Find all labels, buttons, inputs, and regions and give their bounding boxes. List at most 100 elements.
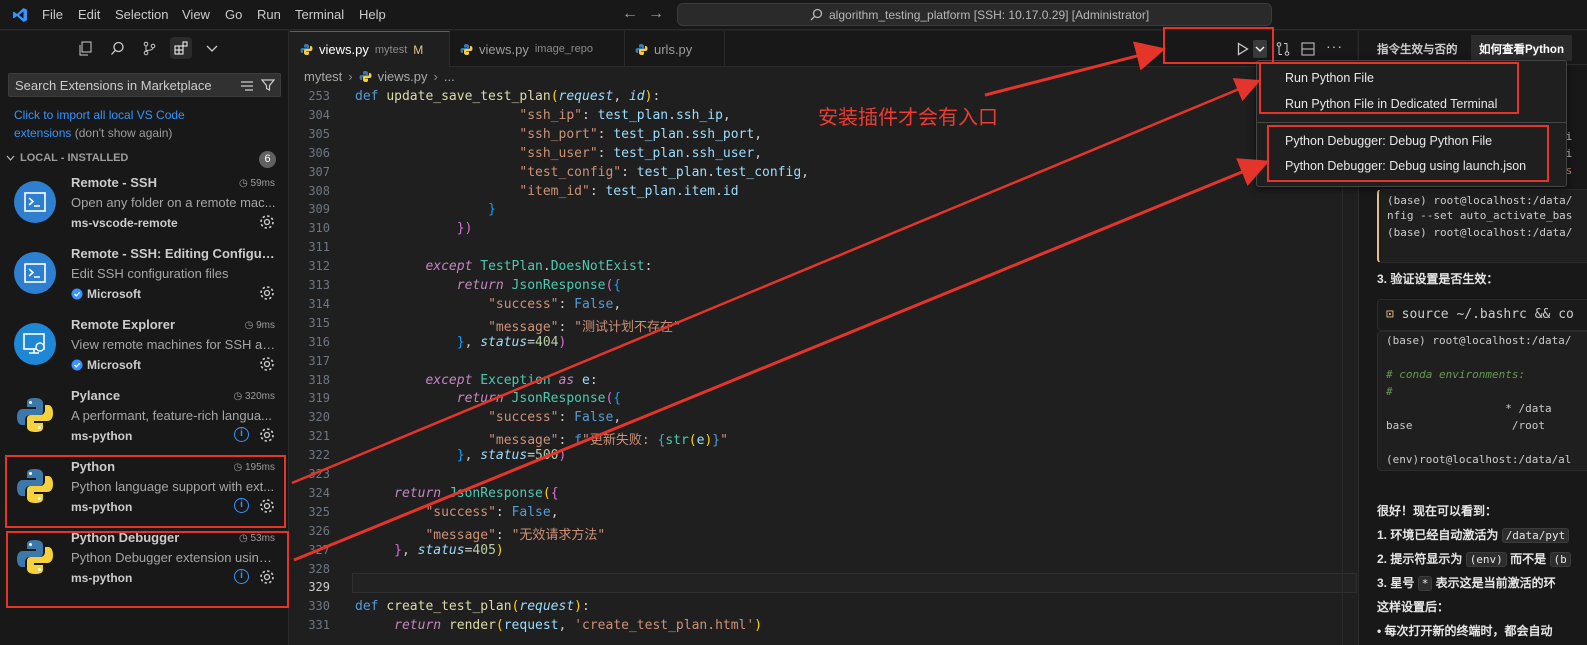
tab-urls[interactable]: urls.py xyxy=(625,31,725,67)
line-number: 315 xyxy=(308,315,330,330)
extension-item-pylance[interactable]: Pylance ◷ 320ms A performant, feature-ri… xyxy=(0,384,289,455)
menu-item-run-python-file[interactable]: Run Python File xyxy=(1285,71,1374,85)
extension-item-python[interactable]: Python ◷ 195ms Python language support w… xyxy=(0,455,289,526)
menu-item-debug-launch-json[interactable]: Python Debugger: Debug using launch.json xyxy=(1285,159,1526,173)
command-center[interactable]: algorithm_testing_platform [SSH: 10.17.0… xyxy=(677,3,1272,26)
section-header[interactable]: LOCAL - INSTALLED 6 xyxy=(0,151,289,168)
breadcrumb-file[interactable]: views.py xyxy=(378,69,428,84)
chat-bullet: • 每次打开新的终端时，都会自动 xyxy=(1377,624,1553,638)
info-icon[interactable]: i xyxy=(234,498,249,513)
activation-time: ◷ 59ms xyxy=(239,178,275,189)
line-number: 310 xyxy=(308,221,330,236)
menu-help[interactable]: Help xyxy=(359,7,386,22)
compare-changes-icon[interactable] xyxy=(1275,41,1291,57)
breadcrumb-folder[interactable]: mytest xyxy=(304,69,342,84)
menu-item-run-dedicated-terminal[interactable]: Run Python File in Dedicated Terminal xyxy=(1285,97,1497,111)
code-line: } xyxy=(488,202,496,218)
clear-filter-icon[interactable] xyxy=(240,80,254,92)
line-number: 307 xyxy=(308,164,330,179)
line-number: 331 xyxy=(308,618,330,633)
activation-time: ◷ 9ms xyxy=(244,320,275,331)
tab-views-image-repo[interactable]: views.py image_repo xyxy=(450,31,625,67)
extensions-icon xyxy=(174,41,188,55)
code-line: }, status=500) xyxy=(456,448,567,464)
split-editor-icon[interactable] xyxy=(1301,42,1315,56)
line-number: 305 xyxy=(308,126,330,141)
filter-icon[interactable] xyxy=(261,78,275,92)
gear-icon[interactable] xyxy=(259,214,275,230)
search-placeholder: Search Extensions in Marketplace xyxy=(15,78,212,93)
menu-item-debug-python-file[interactable]: Python Debugger: Debug Python File xyxy=(1285,134,1492,148)
gear-icon[interactable] xyxy=(259,569,275,585)
line-number: 311 xyxy=(308,240,330,255)
menu-selection[interactable]: Selection xyxy=(115,7,168,22)
gear-icon[interactable] xyxy=(259,498,275,514)
tab-sublabel: image_repo xyxy=(534,43,593,55)
extensions-search-input[interactable]: Search Extensions in Marketplace xyxy=(8,73,281,97)
gear-icon[interactable] xyxy=(259,356,275,372)
count-badge: 6 xyxy=(259,151,276,168)
forward-arrow-icon[interactable]: → xyxy=(648,5,664,23)
gear-icon[interactable] xyxy=(259,285,275,301)
menu-edit[interactable]: Edit xyxy=(78,7,100,22)
extension-description: Edit SSH configuration files xyxy=(71,266,229,281)
extension-name: Remote - SSH: Editing Configur... xyxy=(71,246,276,261)
code-line: }, status=404) xyxy=(456,334,567,350)
extension-item-remote-ssh[interactable]: Remote - SSH ◷ 59ms Open any folder on a… xyxy=(0,171,289,242)
line-number: 323 xyxy=(308,467,330,481)
code-line: except TestPlan.DoesNotExist: xyxy=(425,259,653,275)
line-number: 253 xyxy=(308,89,330,103)
vscode-logo-icon[interactable] xyxy=(12,7,28,23)
line-number: 308 xyxy=(308,183,330,198)
code-area[interactable]: 253 304 305 306 307 308 309 310 311 312 313 314 315 3… xyxy=(290,89,1357,645)
menu-run[interactable]: Run xyxy=(257,7,281,22)
menu-view[interactable]: View xyxy=(182,7,210,22)
chat-text: 这样设置后： xyxy=(1377,600,1450,614)
extension-item-remote-ssh-editing[interactable]: Remote - SSH: Editing Configur... Edit S… xyxy=(0,242,289,313)
info-icon[interactable]: i xyxy=(234,427,249,442)
code-line: return JsonResponse({ xyxy=(456,278,622,293)
chat-tab[interactable]: 指令生效与否的 xyxy=(1377,41,1458,57)
back-arrow-icon[interactable]: ← xyxy=(622,5,638,23)
menu-terminal[interactable]: Terminal xyxy=(295,7,344,22)
menu-file[interactable]: File xyxy=(42,7,63,22)
chevron-down-icon[interactable] xyxy=(206,44,218,54)
search-icon xyxy=(810,8,823,21)
run-play-icon[interactable] xyxy=(1237,42,1249,56)
extension-description: Python Debugger extension using ... xyxy=(71,550,276,565)
line-number: 316 xyxy=(308,334,330,349)
verified-badge-icon xyxy=(71,359,83,371)
line-number: 328 xyxy=(308,561,330,576)
code-line: except Exception as e: xyxy=(425,372,598,388)
menu-divider xyxy=(1257,122,1566,123)
extension-publisher: ms-python xyxy=(71,571,133,585)
search-icon[interactable] xyxy=(110,41,125,56)
line-number: 329 xyxy=(308,580,330,595)
explorer-icon[interactable] xyxy=(78,41,93,56)
gear-icon[interactable] xyxy=(259,427,275,443)
chat-tab-active[interactable]: 如何查看Python xyxy=(1471,35,1572,61)
chevron-right-icon: › xyxy=(348,69,353,84)
breadcrumb: mytest › views.py › ... xyxy=(304,69,455,84)
chevron-right-icon: › xyxy=(433,69,438,84)
chevron-down-icon xyxy=(1255,46,1265,52)
extensions-tab-active[interactable] xyxy=(170,37,192,59)
run-dropdown-button[interactable] xyxy=(1253,40,1267,58)
code-line: "ssh_user": test_plan.ssh_user, xyxy=(519,145,763,161)
line-number: 321 xyxy=(308,429,330,444)
editor-tabs: views.py mytest M views.py image_repo ur… xyxy=(290,31,1357,67)
line-number: 325 xyxy=(308,504,330,519)
menu-go[interactable]: Go xyxy=(225,7,242,22)
title-bar: File Edit Selection View Go Run Terminal… xyxy=(0,0,1587,30)
tab-views-mytest[interactable]: views.py mytest M xyxy=(290,31,450,67)
info-icon[interactable]: i xyxy=(234,569,249,584)
more-actions-icon[interactable]: ··· xyxy=(1326,38,1343,54)
extension-item-remote-explorer[interactable]: Remote Explorer ◷ 9ms View remote machin… xyxy=(0,313,289,384)
terminal-icon: ⊡ xyxy=(1386,307,1394,322)
dont-show-again-link[interactable]: (don't show again) xyxy=(75,126,173,140)
extension-item-python-debugger[interactable]: Python Debugger ◷ 53ms Python Debugger e… xyxy=(0,526,289,597)
breadcrumb-symbol[interactable]: ... xyxy=(444,69,455,84)
source-control-icon[interactable] xyxy=(142,41,157,56)
annotation-label: 安装插件才会有入口 xyxy=(818,107,998,129)
sidebar-view-toolbar xyxy=(74,37,224,61)
